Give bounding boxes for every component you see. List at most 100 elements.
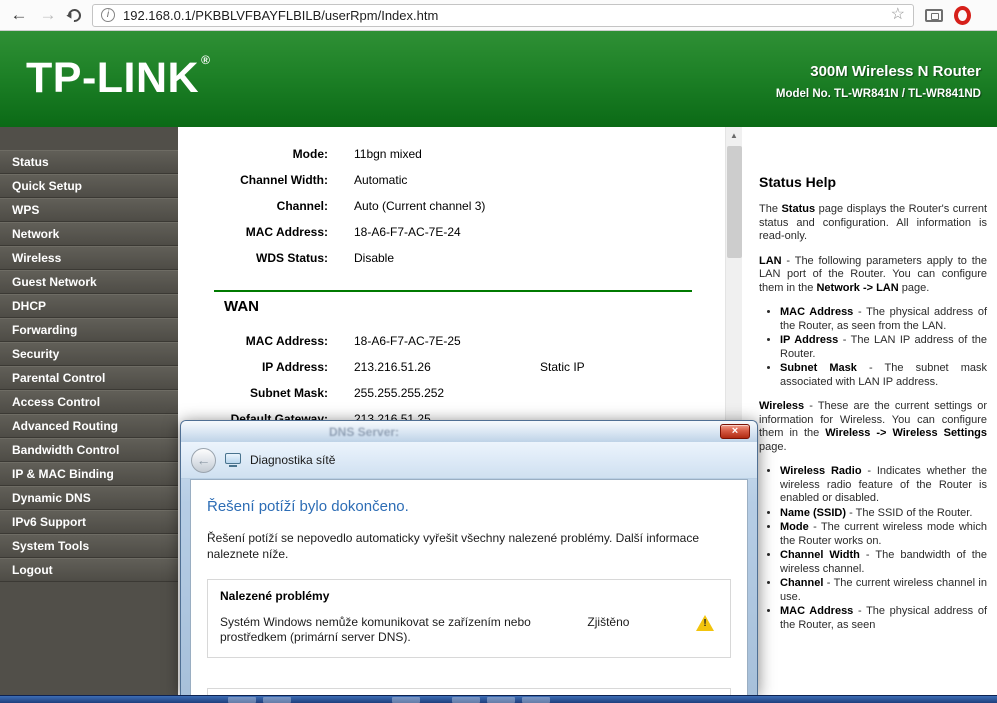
- wireless-status-rows: Mode: 11bgn mixed Channel Width: Automatic C…: [178, 141, 742, 271]
- reload-icon[interactable]: [65, 5, 84, 25]
- sidebar-item-advanced-routing[interactable]: Advanced Routing: [0, 414, 178, 438]
- help-list-item: IP Address - The LAN IP address of the R…: [780, 334, 987, 361]
- sidebar-item-guest-network[interactable]: Guest Network: [0, 270, 178, 294]
- help-list-item: MAC Address - The physical address of th…: [780, 605, 987, 632]
- model-number: Model No. TL-WR841N / TL-WR841ND: [775, 88, 981, 100]
- tplink-logo: TP-LINK ®: [26, 53, 211, 102]
- sidebar-item-network[interactable]: Network: [0, 222, 178, 246]
- wan-status-rows: MAC Address: 18-A6-F7-AC-7E-25 IP Address:…: [178, 328, 742, 432]
- site-info-icon[interactable]: i: [101, 8, 115, 22]
- troubleshoot-result-heading: Řešení potíží bylo dokončeno.: [207, 498, 409, 515]
- sidebar-item-access-control[interactable]: Access Control: [0, 390, 178, 414]
- field-value: 11bgn mixed: [354, 147, 422, 161]
- problems-list: Systém Windows nemůže komunikovat se zař…: [220, 615, 718, 645]
- field-value: Automatic: [354, 173, 408, 187]
- sidebar-item-dhcp[interactable]: DHCP: [0, 294, 178, 318]
- sidebar-item-dynamic-dns[interactable]: Dynamic DNS: [0, 486, 178, 510]
- browser-toolbar: ← → i 192.168.0.1/PKBBLVFBAYFLBILB/userR…: [0, 0, 997, 31]
- forward-icon[interactable]: →: [39, 5, 57, 25]
- router-banner: TP-LINK ® 300M Wireless N Router Model No…: [0, 31, 997, 127]
- sidebar-item-parental-control[interactable]: Parental Control: [0, 366, 178, 390]
- help-list-item: Name (SSID) - The SSID of the Router.: [780, 507, 987, 521]
- field-label: IP Address:: [261, 360, 328, 374]
- field-value: 18-A6-F7-AC-7E-25: [354, 334, 461, 348]
- status-row: MAC Address: 18-A6-F7-AC-7E-25: [178, 328, 742, 354]
- status-row: WDS Status: Disable: [178, 245, 742, 271]
- scrollbar-thumb[interactable]: [727, 146, 742, 258]
- sidebar-item-system-tools[interactable]: System Tools: [0, 534, 178, 558]
- opera-logo-icon[interactable]: [954, 5, 971, 25]
- taskbar-item[interactable]: [392, 697, 420, 703]
- windows-taskbar[interactable]: [0, 695, 997, 703]
- help-panel: Status Help The Status page displays the…: [742, 127, 997, 695]
- help-paragraph: The Status page displays the Router's cu…: [759, 203, 987, 242]
- field-label: Channel Width:: [240, 173, 328, 187]
- sidebar-item-logout[interactable]: Logout: [0, 558, 178, 582]
- status-row: Mode: 11bgn mixed: [178, 141, 742, 167]
- field-label: MAC Address:: [245, 225, 328, 239]
- section-divider: [214, 290, 692, 292]
- problem-status: Zjištěno: [587, 615, 630, 629]
- taskbar-item[interactable]: [452, 697, 480, 703]
- field-value: 213.216.51.26: [354, 360, 431, 374]
- sidebar-item-security[interactable]: Security: [0, 342, 178, 366]
- sidebar-item-ip-mac-binding[interactable]: IP & MAC Binding: [0, 462, 178, 486]
- sidebar-item-forwarding[interactable]: Forwarding: [0, 318, 178, 342]
- help-list-item: Mode - The current wireless mode which t…: [780, 521, 987, 548]
- help-paragraph: LAN - The following parameters apply to …: [759, 254, 987, 294]
- help-list-item: MAC Address - The physical address of th…: [780, 306, 987, 333]
- address-bar[interactable]: i 192.168.0.1/PKBBLVFBAYFLBILB/userRpm/I…: [92, 3, 914, 27]
- problem-description: Systém Windows nemůže komunikovat se zař…: [220, 615, 531, 644]
- close-icon[interactable]: ×: [720, 424, 750, 439]
- help-list: MAC Address - The physical address of th…: [780, 306, 987, 389]
- bookmark-star-icon[interactable]: ☆: [891, 7, 905, 23]
- problems-found-header: Nalezené problémy: [220, 589, 330, 603]
- product-name: 300M Wireless N Router: [810, 63, 981, 80]
- scroll-up-icon[interactable]: ▲: [726, 127, 742, 144]
- sidebar-item-bandwidth-control[interactable]: Bandwidth Control: [0, 438, 178, 462]
- taskbar-item[interactable]: [522, 697, 550, 703]
- field-label: MAC Address:: [245, 334, 328, 348]
- banner-product-info: 300M Wireless N Router Model No. TL-WR84…: [776, 63, 981, 100]
- status-row: Subnet Mask: 255.255.255.252: [178, 380, 742, 406]
- url-text[interactable]: 192.168.0.1/PKBBLVFBAYFLBILB/userRpm/Ind…: [123, 8, 883, 23]
- problems-found-box: Nalezené problémy Systém Windows nemůže …: [207, 579, 731, 658]
- dialog-body: Řešení potíží bylo dokončeno. Řešení pot…: [190, 479, 748, 703]
- warning-icon: !: [696, 615, 714, 631]
- field-value: Disable: [354, 251, 395, 265]
- taskbar-item[interactable]: [263, 697, 291, 703]
- help-list-item: Wireless Radio - Indicates whether the w…: [780, 465, 987, 506]
- sidebar: Status Quick Setup WPS Network Wireless Guest…: [0, 127, 178, 695]
- wan-connection-type: Static IP: [540, 360, 585, 374]
- help-list-item: Channel - The current wireless channel i…: [780, 577, 987, 604]
- status-row: Channel Width: Automatic: [178, 167, 742, 193]
- sidebar-item-wireless[interactable]: Wireless: [0, 246, 178, 270]
- screen: ← → i 192.168.0.1/PKBBLVFBAYFLBILB/userR…: [0, 0, 997, 703]
- sidebar-item-quick-setup[interactable]: Quick Setup: [0, 174, 178, 198]
- dialog-back-button[interactable]: ←: [191, 447, 216, 473]
- sidebar-item-status[interactable]: Status: [0, 150, 178, 174]
- taskbar-item[interactable]: [487, 697, 515, 703]
- field-label: Channel:: [276, 199, 328, 213]
- field-value: 255.255.255.252: [354, 386, 445, 400]
- help-list-item: Channel Width - The bandwidth of the wir…: [780, 549, 987, 576]
- sidebar-item-ipv6-support[interactable]: IPv6 Support: [0, 510, 178, 534]
- field-label: Subnet Mask:: [249, 386, 328, 400]
- troubleshoot-result-text: Řešení potíží se nepovedlo automaticky v…: [207, 531, 700, 561]
- help-list-item: Subnet Mask - The subnet mask associated…: [780, 362, 987, 389]
- help-title: Status Help: [759, 174, 837, 190]
- status-row: Channel: Auto (Current channel 3): [178, 193, 742, 219]
- taskbar-item[interactable]: [228, 697, 256, 703]
- sidebar-item-wps[interactable]: WPS: [0, 198, 178, 222]
- dialog-titlebar[interactable]: DNS Server: ×: [181, 421, 757, 442]
- field-label: WDS Status:: [256, 251, 328, 265]
- status-row: IP Address: 213.216.51.26 Static IP: [178, 354, 742, 380]
- sidebar-menu: Status Quick Setup WPS Network Wireless Guest…: [0, 150, 178, 582]
- snapshot-camera-icon[interactable]: [925, 8, 943, 22]
- wan-section-heading: WAN: [224, 298, 259, 315]
- dialog-title: Diagnostika sítě: [250, 453, 336, 467]
- field-label: Mode:: [292, 147, 328, 161]
- back-icon[interactable]: ←: [10, 5, 28, 25]
- status-row: MAC Address: 18-A6-F7-AC-7E-24: [178, 219, 742, 245]
- dialog-navbar: ← Diagnostika sítě: [181, 442, 757, 479]
